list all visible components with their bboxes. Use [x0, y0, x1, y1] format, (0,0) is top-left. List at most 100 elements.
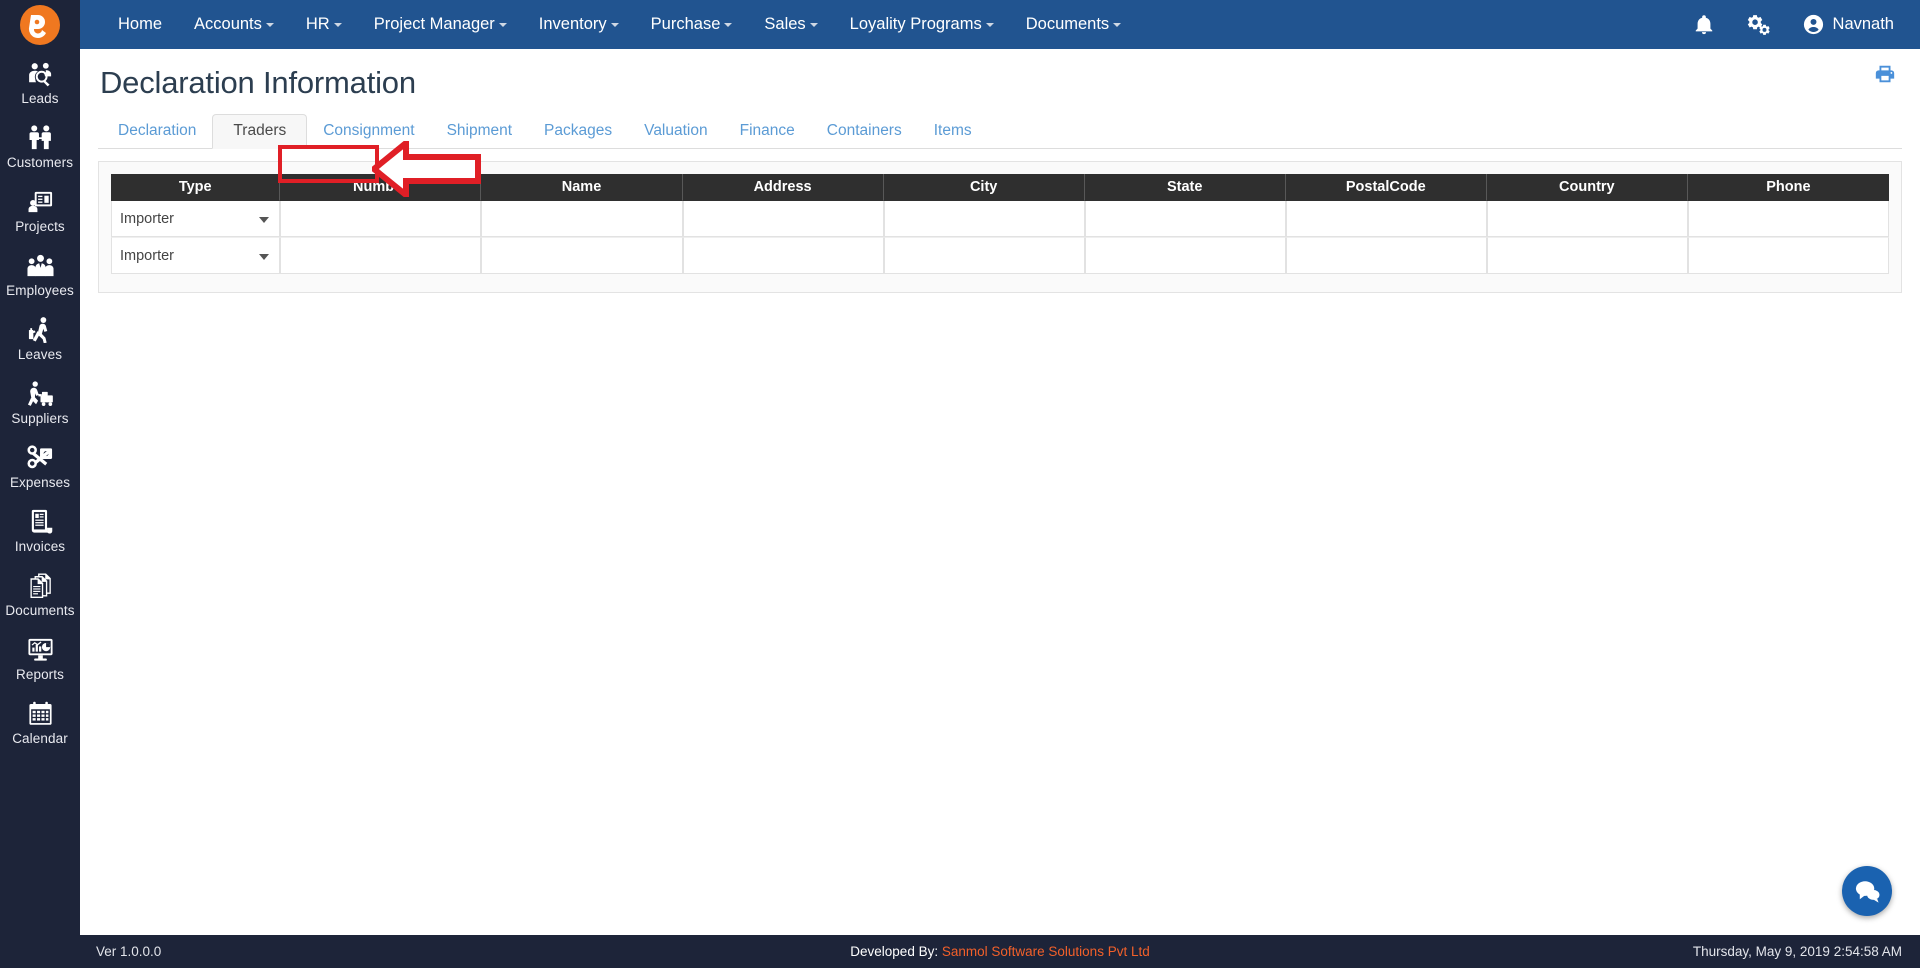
- chevron-down-icon: [333, 23, 342, 27]
- sidebar-item-reports[interactable]: Reports: [0, 625, 80, 689]
- nav-link-sales[interactable]: Sales: [748, 0, 833, 49]
- sidebar-item-expenses[interactable]: Expenses: [0, 433, 80, 497]
- sidebar-item-documents[interactable]: Documents: [0, 561, 80, 625]
- address-input-row-1[interactable]: [683, 239, 883, 272]
- postalcode-input-row-0[interactable]: [1286, 202, 1486, 235]
- traders-table: Type Number Name Address City State PostalCode…: [111, 174, 1889, 274]
- sidebar-item-label: Leaves: [17, 347, 63, 362]
- type-select-row-1[interactable]: ImporterExporterDeclarantCarrierBroker: [112, 238, 280, 273]
- tab-consignment[interactable]: Consignment: [307, 115, 430, 148]
- postalcode-input-row-1[interactable]: [1286, 239, 1486, 272]
- column-header-number: Number: [280, 174, 482, 201]
- sidebar-item-leaves[interactable]: Leaves: [0, 305, 80, 369]
- documents-icon: [25, 570, 55, 600]
- nav-link-accounts[interactable]: Accounts: [178, 0, 290, 49]
- footer-datetime: Thursday, May 9, 2019 2:54:58 AM: [1692, 944, 1902, 959]
- name-input-row-1[interactable]: [482, 239, 682, 272]
- bizcloud-logo-icon: [20, 4, 60, 45]
- cell-type: ImporterExporterDeclarantCarrierBroker: [111, 201, 281, 237]
- tab-items[interactable]: Items: [918, 115, 988, 148]
- employees-icon: [25, 250, 55, 280]
- sidebar-item-label: Reports: [16, 667, 64, 682]
- table-row: ImporterExporterDeclarantCarrierBroker: [111, 237, 1889, 274]
- sidebar-item-suppliers[interactable]: Suppliers: [0, 369, 80, 433]
- projects-icon: [25, 186, 55, 216]
- expenses-icon: [25, 442, 55, 472]
- chevron-down-icon: [809, 23, 818, 27]
- nav-link-label: Documents: [1025, 15, 1110, 33]
- cell-address: [682, 237, 884, 274]
- reports-icon: [25, 634, 55, 664]
- nav-link-documents[interactable]: Documents: [1010, 0, 1137, 49]
- column-header-postalcode: PostalCode: [1285, 174, 1487, 201]
- country-input-row-0[interactable]: [1487, 202, 1687, 235]
- tab-label: Containers: [826, 122, 902, 139]
- address-input-row-0[interactable]: [683, 202, 883, 235]
- app-logo[interactable]: [0, 0, 80, 49]
- tab-label: Traders: [233, 122, 287, 139]
- sidebar-item-leads[interactable]: Leads: [0, 49, 80, 113]
- chevron-down-icon: [985, 23, 994, 27]
- number-input-row-0[interactable]: [281, 202, 481, 235]
- column-header-state: State: [1084, 174, 1286, 201]
- chat-bubble-icon[interactable]: [1842, 866, 1892, 916]
- cell-city: [883, 237, 1085, 274]
- nav-link-label: Project Manager: [373, 15, 495, 33]
- sidebar-item-label: Projects: [15, 219, 65, 234]
- nav-link-label: Sales: [764, 15, 806, 33]
- type-select-row-0[interactable]: ImporterExporterDeclarantCarrierBroker: [112, 201, 280, 236]
- sidebar-item-customers[interactable]: Customers: [0, 113, 80, 177]
- number-input-row-1[interactable]: [281, 239, 481, 272]
- tab-bar: Declaration Traders Consignment Shipment Pac…: [98, 114, 1902, 149]
- phone-input-row-1[interactable]: [1688, 239, 1888, 272]
- sidebar-item-label: Calendar: [12, 731, 68, 746]
- nav-link-loyality-programs[interactable]: Loyality Programs: [834, 0, 1010, 49]
- gears-icon[interactable]: [1747, 13, 1770, 36]
- country-input-row-1[interactable]: [1487, 239, 1687, 272]
- traders-table-head: Type Number Name Address City State PostalCode…: [111, 174, 1889, 201]
- nav-link-hr[interactable]: HR: [290, 0, 358, 49]
- calendar-icon: [25, 698, 55, 728]
- tab-packages[interactable]: Packages: [528, 115, 628, 148]
- sidebar-item-label: Leads: [21, 91, 59, 106]
- cell-phone: [1687, 237, 1889, 274]
- nav-link-project-manager[interactable]: Project Manager: [358, 0, 523, 49]
- cell-state: [1084, 201, 1286, 237]
- sidebar-item-projects[interactable]: Projects: [0, 177, 80, 241]
- type-select-wrapper: ImporterExporterDeclarantCarrierBroker: [112, 201, 280, 236]
- tab-traders[interactable]: Traders: [212, 114, 308, 149]
- city-input-row-1[interactable]: [884, 239, 1084, 272]
- tab-containers[interactable]: Containers: [811, 115, 918, 148]
- tab-valuation[interactable]: Valuation: [628, 115, 723, 148]
- tab-declaration[interactable]: Declaration: [102, 115, 212, 148]
- tab-label: Declaration: [118, 122, 197, 139]
- chevron-down-icon: [265, 23, 274, 27]
- cell-address: [682, 201, 884, 237]
- nav-link-inventory[interactable]: Inventory: [523, 0, 635, 49]
- sidebar-item-label: Expenses: [9, 475, 71, 490]
- chevron-down-icon: [1113, 23, 1122, 27]
- state-input-row-1[interactable]: [1085, 239, 1285, 272]
- tab-finance[interactable]: Finance: [724, 115, 811, 148]
- nav-link-label: Accounts: [194, 15, 262, 33]
- sidebar-item-invoices[interactable]: Invoices: [0, 497, 80, 561]
- phone-input-row-0[interactable]: [1688, 202, 1888, 235]
- page-title: Declaration Information: [100, 65, 416, 100]
- nav-link-label: Home: [118, 15, 163, 33]
- footer-company-link[interactable]: Sanmol Software Solutions Pvt Ltd: [942, 944, 1150, 959]
- tab-shipment[interactable]: Shipment: [431, 115, 528, 148]
- suppliers-icon: [25, 378, 55, 408]
- city-input-row-0[interactable]: [884, 202, 1084, 235]
- column-header-name: Name: [481, 174, 683, 201]
- sidebar-item-employees[interactable]: Employees: [0, 241, 80, 305]
- nav-link-label: Purchase: [650, 15, 721, 33]
- name-input-row-0[interactable]: [482, 202, 682, 235]
- printer-icon[interactable]: [1874, 63, 1896, 85]
- column-header-type: Type: [111, 174, 281, 201]
- bell-icon[interactable]: [1693, 14, 1715, 36]
- sidebar-item-calendar[interactable]: Calendar: [0, 689, 80, 753]
- nav-link-home[interactable]: Home: [102, 0, 178, 49]
- nav-link-purchase[interactable]: Purchase: [635, 0, 749, 49]
- user-menu[interactable]: Navnath: [1802, 13, 1894, 36]
- state-input-row-0[interactable]: [1085, 202, 1285, 235]
